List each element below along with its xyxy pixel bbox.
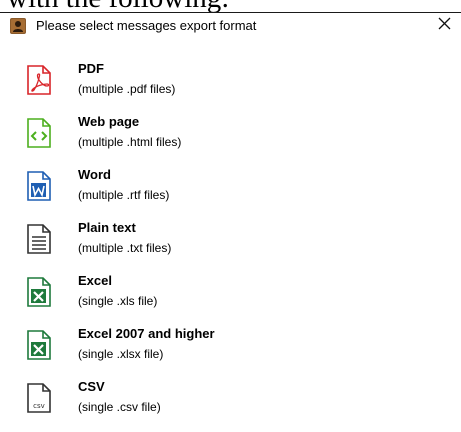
option-description: (multiple .pdf files) (78, 82, 176, 96)
option-description: (single .csv file) (78, 400, 161, 414)
csv-icon: csv (26, 383, 52, 413)
close-button[interactable] (432, 14, 456, 38)
export-option-csv[interactable]: csv CSV (single .csv file) (26, 379, 266, 425)
export-option-pdf[interactable]: PDF (multiple .pdf files) (26, 61, 266, 107)
option-name: Web page (78, 114, 140, 129)
export-option-web-page[interactable]: Web page (multiple .html files) (26, 114, 266, 160)
background-page-text: with the following: (0, 0, 461, 13)
close-icon (438, 17, 451, 35)
dialog-title: Please select messages export format (36, 18, 257, 33)
option-description: (single .xls file) (78, 294, 158, 308)
html-icon (26, 118, 52, 148)
word-icon (26, 171, 52, 201)
option-name: Plain text (78, 220, 136, 235)
app-icon (10, 18, 26, 34)
text-file-icon (26, 224, 52, 254)
pdf-icon (26, 65, 52, 95)
option-name: CSV (78, 379, 105, 394)
option-name: PDF (78, 61, 104, 76)
option-description: (multiple .rtf files) (78, 188, 170, 202)
option-description: (multiple .html files) (78, 135, 182, 149)
option-description: (multiple .txt files) (78, 241, 172, 255)
background-text-fragment: with the following: (7, 0, 229, 12)
export-option-plain-text[interactable]: Plain text (multiple .txt files) (26, 220, 266, 266)
option-name: Word (78, 167, 111, 182)
option-name: Excel (78, 273, 112, 288)
export-option-word[interactable]: Word (multiple .rtf files) (26, 167, 266, 213)
option-description: (single .xlsx file) (78, 347, 164, 361)
export-option-excel-2007[interactable]: Excel 2007 and higher (single .xlsx file… (26, 326, 266, 372)
csv-icon-label: csv (33, 402, 45, 410)
excel-icon (26, 277, 52, 307)
export-option-excel[interactable]: Excel (single .xls file) (26, 273, 266, 319)
excel-icon (26, 330, 52, 360)
option-name: Excel 2007 and higher (78, 326, 215, 341)
